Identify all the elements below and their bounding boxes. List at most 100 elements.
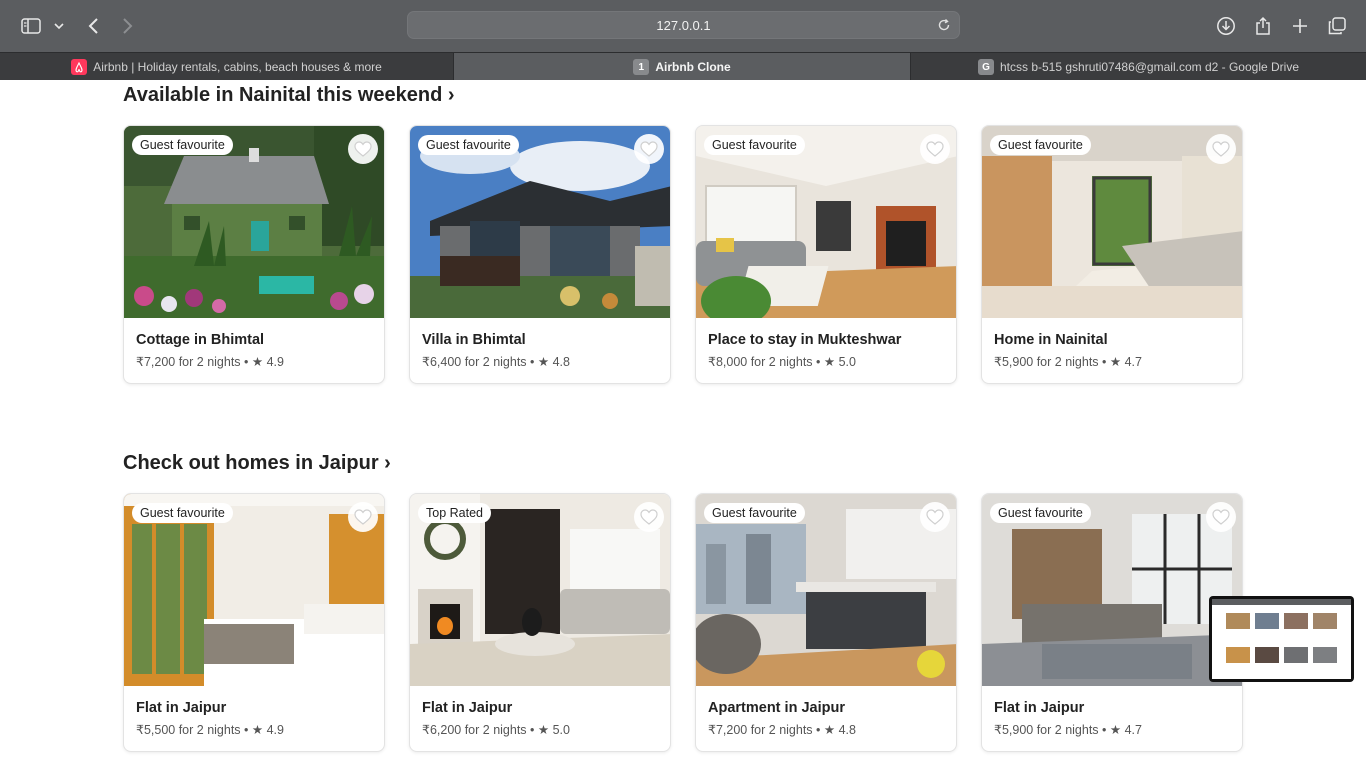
section-title-jaipur[interactable]: Check out homes in Jaipur › (123, 452, 391, 475)
section-title-nainital[interactable]: Available in Nainital this weekend › (123, 84, 455, 107)
separator: • (526, 723, 538, 737)
star-icon: ★ (1109, 355, 1122, 369)
tab-overview-icon[interactable] (1324, 14, 1350, 38)
address-bar[interactable]: 127.0.0.1 (407, 11, 960, 39)
listing-title: Place to stay in Mukteshwar (708, 332, 902, 348)
listing-photo[interactable]: Guest favourite (124, 126, 384, 318)
listing-price: ₹7,200 for 2 nights (136, 355, 241, 369)
heart-icon[interactable] (1206, 134, 1236, 164)
guest-favourite-badge: Guest favourite (990, 135, 1091, 155)
star-icon: ★ (1109, 723, 1122, 737)
listing-title: Flat in Jaipur (422, 700, 513, 716)
separator: • (1098, 723, 1110, 737)
tab-group-chevron-icon[interactable] (48, 14, 70, 38)
guest-favourite-badge: Guest favourite (704, 503, 805, 523)
listing-price: ₹6,400 for 2 nights (422, 355, 527, 369)
listing-card[interactable]: Guest favourite Cottage in Bhimtal ₹7,20… (123, 125, 385, 384)
listing-title: Cottage in Bhimtal (136, 332, 265, 348)
listing-price-rating: ₹5,500 for 2 nights • ★ 4.9 (136, 722, 284, 737)
listing-card[interactable]: Top Rated Flat in Jaipur ₹6,200 for 2 ni… (409, 493, 671, 752)
listing-card[interactable]: Guest favourite Home in Nainital ₹5,900 … (981, 125, 1243, 384)
listing-price-rating: ₹7,200 for 2 nights • ★ 4.8 (708, 722, 856, 737)
heart-icon[interactable] (634, 134, 664, 164)
listing-price-rating: ₹6,200 for 2 nights • ★ 5.0 (422, 722, 570, 737)
star-icon: ★ (823, 355, 836, 369)
separator: • (812, 355, 824, 369)
listing-photo[interactable]: Guest favourite (696, 494, 956, 686)
separator: • (1098, 355, 1110, 369)
tab-google-drive[interactable]: G htcss b-515 gshruti07486@gmail.com d2 … (911, 53, 1366, 81)
listing-price-rating: ₹5,900 for 2 nights • ★ 4.7 (994, 722, 1142, 737)
listing-price: ₹6,200 for 2 nights (422, 723, 527, 737)
heart-icon[interactable] (348, 134, 378, 164)
listing-card[interactable]: Guest favourite Place to stay in Muktesh… (695, 125, 957, 384)
new-tab-icon[interactable] (1287, 14, 1313, 38)
heart-icon[interactable] (348, 502, 378, 532)
heart-icon[interactable] (634, 502, 664, 532)
url-text: 127.0.0.1 (656, 18, 711, 33)
listing-title: Apartment in Jaipur (708, 700, 845, 716)
tab-favicon: 1 (633, 59, 650, 75)
listing-photo[interactable]: Top Rated (410, 494, 670, 686)
star-icon: ★ (537, 355, 550, 369)
listing-price: ₹7,200 for 2 nights (708, 723, 813, 737)
separator: • (240, 355, 252, 369)
listing-price-rating: ₹7,200 for 2 nights • ★ 4.9 (136, 354, 284, 369)
listing-rating: 4.9 (266, 723, 284, 737)
top-rated-badge: Top Rated (418, 503, 491, 523)
heart-icon[interactable] (920, 502, 950, 532)
browser-toolbar: 127.0.0.1 (0, 0, 1366, 52)
separator: • (526, 355, 538, 369)
tab-label: Airbnb Clone (655, 60, 731, 74)
airbnb-logo-icon (71, 59, 88, 75)
listing-photo[interactable]: Guest favourite (410, 126, 670, 318)
guest-favourite-badge: Guest favourite (990, 503, 1091, 523)
screenshot-preview-thumbnail[interactable] (1209, 596, 1354, 682)
heart-icon[interactable] (1206, 502, 1236, 532)
listing-photo[interactable]: Guest favourite (982, 494, 1242, 686)
listing-card[interactable]: Guest favourite Villa in Bhimtal ₹6,400 … (409, 125, 671, 384)
tab-airbnb[interactable]: Airbnb | Holiday rentals, cabins, beach … (0, 53, 454, 81)
listing-rating: 4.8 (552, 355, 570, 369)
star-icon: ★ (823, 723, 836, 737)
listing-title: Villa in Bhimtal (422, 332, 526, 348)
listing-title: Flat in Jaipur (994, 700, 1085, 716)
guest-favourite-badge: Guest favourite (704, 135, 805, 155)
tab-favicon: G (978, 59, 994, 75)
listing-rating: 5.0 (552, 723, 570, 737)
listing-card[interactable]: Guest favourite Flat in Jaipur ₹5,500 fo… (123, 493, 385, 752)
share-icon[interactable] (1250, 14, 1276, 38)
listing-title: Flat in Jaipur (136, 700, 227, 716)
listing-price: ₹5,500 for 2 nights (136, 723, 241, 737)
heart-icon[interactable] (920, 134, 950, 164)
listing-rating: 4.8 (838, 723, 856, 737)
star-icon: ★ (251, 355, 264, 369)
preview-image (1212, 599, 1351, 679)
listing-price: ₹8,000 for 2 nights (708, 355, 813, 369)
back-icon[interactable] (80, 14, 106, 38)
listing-photo[interactable]: Guest favourite (124, 494, 384, 686)
listing-card[interactable]: Guest favourite Flat in Jaipur ₹5,900 fo… (981, 493, 1243, 752)
listing-title: Home in Nainital (994, 332, 1108, 348)
sidebar-toggle-icon[interactable] (18, 14, 44, 38)
listing-price-rating: ₹8,000 for 2 nights • ★ 5.0 (708, 354, 856, 369)
listing-price-rating: ₹5,900 for 2 nights • ★ 4.7 (994, 354, 1142, 369)
reload-icon[interactable] (937, 18, 951, 37)
listing-card[interactable]: Guest favourite Apartment in Jaipur ₹7,2… (695, 493, 957, 752)
tab-label: htcss b-515 gshruti07486@gmail.com d2 - … (1000, 60, 1299, 74)
star-icon: ★ (251, 723, 264, 737)
listing-photo[interactable]: Guest favourite (982, 126, 1242, 318)
listing-photo[interactable]: Guest favourite (696, 126, 956, 318)
guest-favourite-badge: Guest favourite (418, 135, 519, 155)
listing-price-rating: ₹6,400 for 2 nights • ★ 4.8 (422, 354, 570, 369)
listing-price: ₹5,900 for 2 nights (994, 355, 1099, 369)
separator: • (240, 723, 252, 737)
listing-rating: 4.7 (1124, 723, 1142, 737)
separator: • (812, 723, 824, 737)
tab-bar: Airbnb | Holiday rentals, cabins, beach … (0, 52, 1366, 81)
page-content: Available in Nainital this weekend › Gue… (0, 80, 1366, 768)
listing-rating: 4.9 (266, 355, 284, 369)
forward-icon[interactable] (115, 14, 141, 38)
tab-airbnb-clone[interactable]: 1 Airbnb Clone (454, 53, 911, 81)
downloads-icon[interactable] (1213, 14, 1239, 38)
